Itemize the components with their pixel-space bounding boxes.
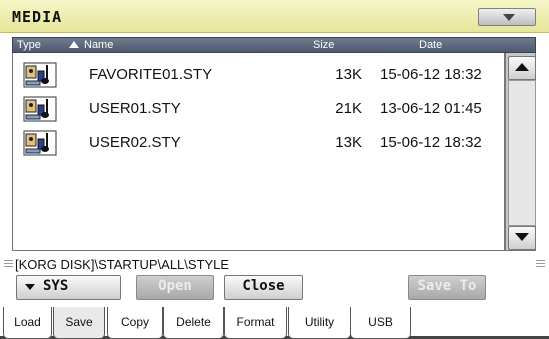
file-date: 13-06-12 01:45 <box>380 100 482 117</box>
device-label: SYS <box>43 278 69 294</box>
column-date[interactable]: Date <box>419 39 442 51</box>
column-size[interactable]: Size <box>313 39 334 51</box>
chevron-down-icon <box>25 284 35 290</box>
close-button[interactable]: Close <box>224 275 303 300</box>
list-item[interactable]: USER02.STY 13K 15-06-12 18:32 <box>13 125 505 159</box>
arrow-up-icon <box>515 63 529 71</box>
chevron-down-icon <box>503 14 515 21</box>
path-bar: [KORG DISK]\STARTUP\ALL\STYLE <box>0 256 549 273</box>
tab-save[interactable]: Save <box>53 307 105 339</box>
file-name: USER02.STY <box>89 134 181 151</box>
column-type[interactable]: Type <box>17 39 41 51</box>
file-date: 15-06-12 18:32 <box>380 66 482 83</box>
menu-button[interactable] <box>478 8 536 26</box>
save-to-button[interactable]: Save To <box>408 275 486 300</box>
style-file-icon <box>23 130 57 156</box>
list-item[interactable]: USER01.STY 21K 13-06-12 01:45 <box>13 91 505 125</box>
open-button[interactable]: Open <box>136 275 214 300</box>
list-header: Type Name Size Date <box>12 37 536 53</box>
file-name: USER01.STY <box>89 100 181 117</box>
title-bar <box>0 0 549 33</box>
file-date: 15-06-12 18:32 <box>380 134 482 151</box>
column-name[interactable]: Name <box>84 39 113 51</box>
scrollbar[interactable] <box>505 53 536 251</box>
style-file-icon <box>23 62 57 88</box>
scroll-up-button[interactable] <box>508 56 536 80</box>
tab-copy[interactable]: Copy <box>107 307 163 339</box>
tab-format[interactable]: Format <box>224 307 287 339</box>
grip-icon <box>4 260 13 269</box>
window-title: MEDIA <box>12 8 63 26</box>
tab-load[interactable]: Load <box>3 307 52 339</box>
style-file-icon <box>23 96 57 122</box>
tab-usb[interactable]: USB <box>350 307 411 339</box>
current-path: [KORG DISK]\STARTUP\ALL\STYLE <box>15 257 230 272</box>
file-list[interactable]: FAVORITE01.STY 13K 15-06-12 18:32 USER01… <box>12 53 505 251</box>
device-select-button[interactable]: SYS <box>16 275 121 300</box>
file-name: FAVORITE01.STY <box>89 66 213 83</box>
file-size: 13K <box>335 134 362 151</box>
scroll-down-button[interactable] <box>508 226 536 250</box>
list-item[interactable]: FAVORITE01.STY 13K 15-06-12 18:32 <box>13 57 505 91</box>
file-size: 13K <box>335 66 362 83</box>
tab-utility[interactable]: Utility <box>288 307 351 339</box>
grip-icon <box>536 260 545 269</box>
tab-delete[interactable]: Delete <box>163 307 224 339</box>
scroll-track[interactable] <box>508 80 536 226</box>
sort-up-icon[interactable] <box>69 41 79 48</box>
arrow-down-icon <box>515 233 529 241</box>
file-size: 21K <box>335 100 362 117</box>
